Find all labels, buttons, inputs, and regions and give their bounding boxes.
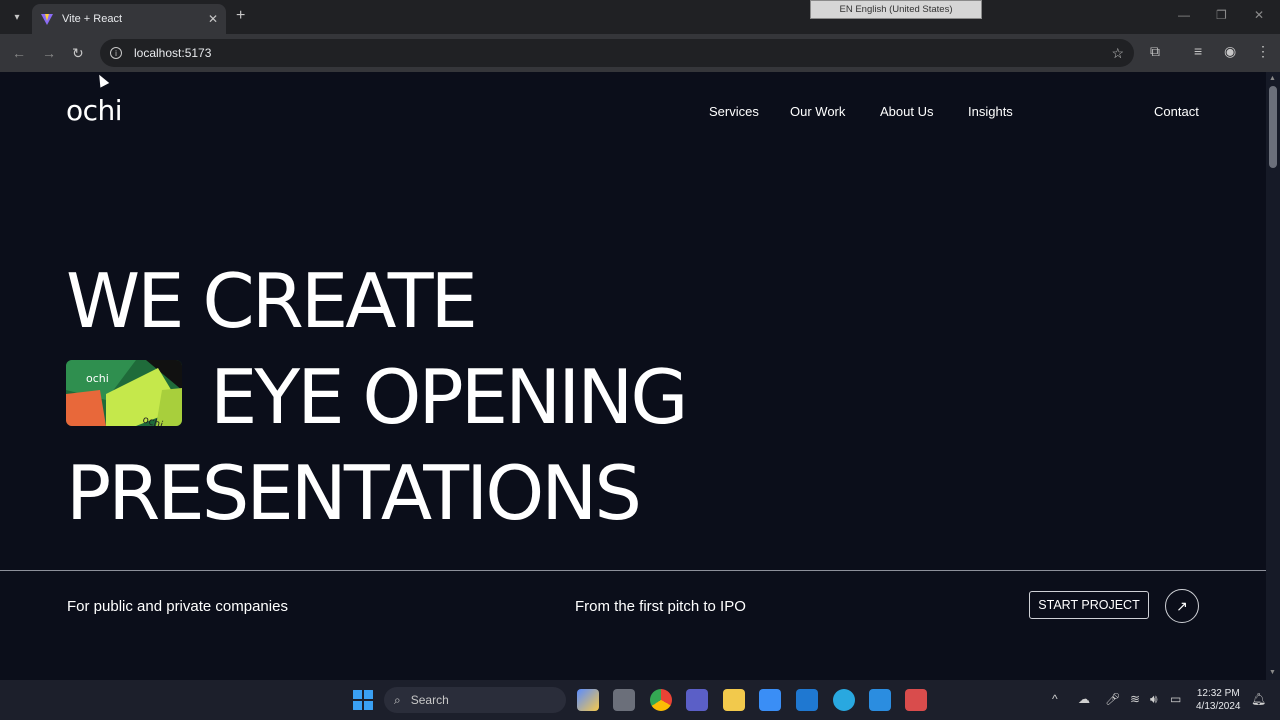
task-view-icon[interactable] [613, 689, 635, 711]
headline-line-2: EYE OPENING [210, 353, 689, 441]
forward-icon[interactable]: → [42, 45, 56, 61]
tab-close-icon[interactable]: ✕ [208, 12, 218, 26]
system-clock[interactable]: 12:32 PM 4/13/2024 [1196, 687, 1241, 713]
extensions-icon[interactable]: ⧉ [1150, 43, 1160, 60]
webpage: ochi Services Our Work About Us Insights… [0, 72, 1266, 680]
app-icon[interactable] [796, 689, 818, 711]
restore-icon[interactable]: ❐ [1216, 8, 1227, 22]
scroll-up-icon[interactable]: ▲ [1269, 75, 1276, 82]
arrow-up-right-icon[interactable]: ↗ [1165, 589, 1199, 623]
address-bar[interactable]: i localhost:5173 ☆ [100, 39, 1134, 67]
scroll-down-icon[interactable]: ▼ [1269, 669, 1276, 676]
file-explorer-icon[interactable] [723, 689, 745, 711]
search-icon: ⌕ [394, 692, 401, 707]
media-controls-icon[interactable]: ≡ [1194, 43, 1202, 59]
headline-line-3: PRESENTATIONS [66, 449, 642, 537]
subtext-audience: For public and private companies [67, 598, 288, 615]
headline-thumbnail-image: ochi ochi [66, 360, 182, 426]
reload-icon[interactable]: ↻ [72, 45, 84, 62]
chrome-app-icon[interactable] [650, 689, 672, 711]
thumbnail-logo-top: ochi [86, 372, 109, 385]
tab-search-dropdown-icon[interactable]: ▾ [8, 8, 26, 26]
os-taskbar: ⌕ Search ^ ☁ 🎤︎ ≋ 🔊︎ ▭ 12:32 PM 4/13/202… [0, 680, 1280, 720]
tab-title: Vite + React [62, 13, 123, 25]
vscode-app-icon[interactable] [869, 689, 891, 711]
wifi-icon[interactable]: ≋ [1130, 692, 1140, 706]
store-app-icon[interactable] [759, 689, 781, 711]
help-app-icon[interactable] [833, 689, 855, 711]
bookmark-star-icon[interactable]: ☆ [1111, 45, 1124, 62]
teams-app-icon[interactable] [686, 689, 708, 711]
widgets-app-icon[interactable] [577, 689, 599, 711]
window-close-icon[interactable]: ✕ [1254, 8, 1264, 22]
headline-line-1: WE CREATE [66, 257, 478, 345]
taskbar-search[interactable]: ⌕ Search [384, 687, 566, 713]
nav-our-work[interactable]: Our Work [790, 104, 845, 119]
nav-insights[interactable]: Insights [968, 104, 1013, 119]
subtext-scope: From the first pitch to IPO [575, 598, 746, 615]
volume-icon[interactable]: 🔊︎ [1150, 692, 1158, 707]
site-logo[interactable]: ochi [66, 94, 123, 127]
new-tab-icon[interactable]: + [236, 7, 245, 25]
back-icon[interactable]: ← [12, 45, 26, 61]
language-bar[interactable]: EN English (United States) [810, 0, 982, 19]
start-project-button[interactable]: START PROJECT [1029, 591, 1149, 619]
browser-toolbar: ← → ↻ i localhost:5173 ☆ ⧉ ≡ ◉ ⋮ [0, 34, 1280, 72]
site-info-icon[interactable]: i [110, 47, 122, 59]
clock-time: 12:32 PM [1196, 688, 1240, 699]
notifications-bell-icon[interactable]: 🔔︎ [1251, 692, 1266, 706]
battery-icon[interactable]: ▭ [1170, 692, 1181, 706]
nav-contact[interactable]: Contact [1154, 104, 1199, 119]
page-scrollbar[interactable]: ▲ ▼ [1266, 72, 1280, 680]
url-text[interactable]: localhost:5173 [134, 46, 1111, 60]
minimize-icon[interactable]: — [1178, 8, 1190, 22]
menu-kebab-icon[interactable]: ⋮ [1256, 43, 1270, 60]
onedrive-icon[interactable]: ☁ [1078, 692, 1090, 706]
microphone-icon[interactable]: 🎤︎ [1105, 692, 1120, 706]
profile-icon[interactable]: ◉ [1224, 43, 1236, 60]
nav-about-us[interactable]: About Us [880, 104, 933, 119]
snipping-tool-icon[interactable] [905, 689, 927, 711]
scrollbar-thumb[interactable] [1269, 86, 1277, 168]
section-divider [0, 570, 1266, 571]
nav-services[interactable]: Services [709, 104, 759, 119]
vite-favicon-icon [41, 14, 53, 25]
taskbar-search-label: Search [410, 693, 449, 707]
clock-date: 4/13/2024 [1196, 701, 1241, 712]
browser-tab-bar: ▾ Vite + React ✕ + EN English (United St… [0, 0, 1280, 34]
windows-start-icon[interactable] [352, 689, 374, 711]
browser-tab-active[interactable]: Vite + React ✕ [32, 4, 226, 34]
tray-overflow-icon[interactable]: ^ [1052, 692, 1058, 706]
